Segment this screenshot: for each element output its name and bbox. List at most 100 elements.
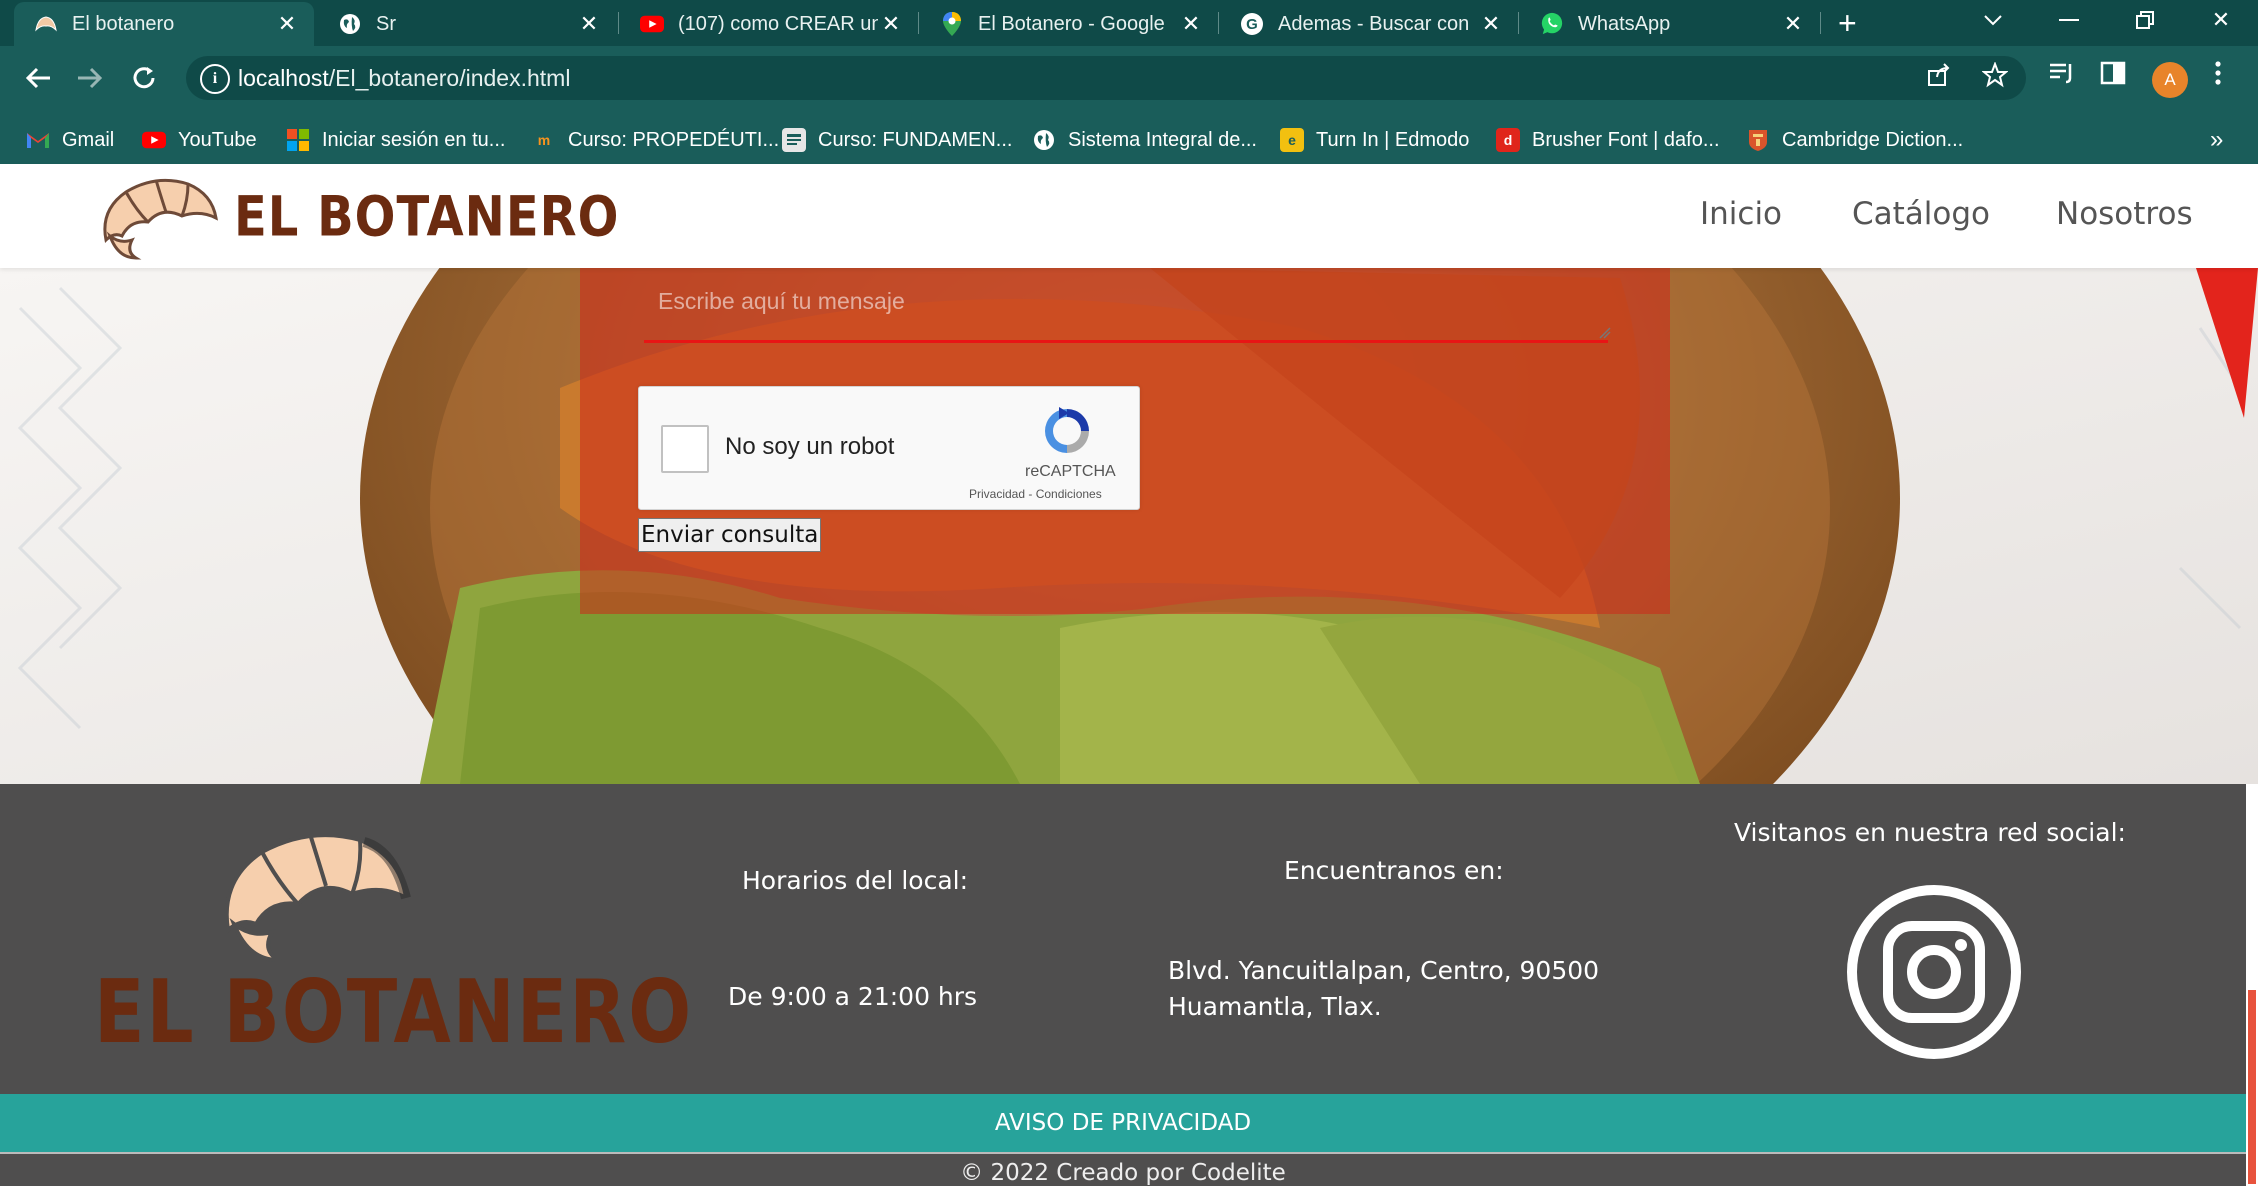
bookmark-youtube[interactable]: YouTube (142, 126, 257, 154)
menu-kebab-icon[interactable] (2214, 60, 2222, 93)
copyright-bar: © 2022 Creado por Codelite (0, 1152, 2246, 1186)
tab-el-botanero[interactable]: El botanero ✕ (14, 2, 314, 46)
croissant-favicon (34, 12, 58, 36)
close-tab-icon[interactable]: ✕ (576, 11, 602, 37)
instagram-icon[interactable] (1846, 884, 2022, 1065)
site-logo[interactable]: EL BOTANERO (96, 172, 619, 262)
address-line-1: Blvd. Yancuitlalpan, Centro, 90500 (1168, 956, 1600, 985)
bookmark-label: Sistema Integral de... (1068, 128, 1257, 151)
tab-whatsapp[interactable]: WhatsApp ✕ (1520, 4, 1820, 44)
share-icon[interactable] (1926, 62, 1952, 95)
bookmark-microsoft[interactable]: Iniciar sesión en tu... (286, 126, 505, 154)
submit-button[interactable]: Enviar consulta (638, 518, 822, 552)
restore-icon[interactable] (2120, 0, 2170, 40)
cambridge-icon (1746, 128, 1770, 152)
copyright-text: © 2022 Creado por Codelite (960, 1160, 1286, 1186)
new-tab-button[interactable]: + (1838, 6, 1857, 40)
tab-title: (107) como CREAR un (678, 12, 878, 35)
address-line-2: Huamantla, Tlax. (1168, 992, 1382, 1021)
contact-form: Escribe aquí tu mensaje No soy un robot … (580, 268, 1670, 614)
close-tab-icon[interactable]: ✕ (1478, 11, 1504, 37)
bookmarks-bar: Gmail YouTube Iniciar sesión en tu... m … (0, 116, 2258, 164)
browser-toolbar: i localhost/El_botanero/index.html A (0, 46, 2258, 116)
whatsapp-icon (1540, 12, 1564, 36)
bookmark-label: Cambridge Diction... (1782, 128, 1964, 151)
bookmark-dafont[interactable]: d Brusher Font | dafo... (1496, 126, 1720, 154)
resize-handle-icon[interactable] (1598, 326, 1612, 340)
tab-separator (1218, 12, 1219, 34)
bookmark-label: Curso: PROPEDÉUTI... (568, 128, 780, 151)
tab-separator (1820, 12, 1821, 34)
recaptcha-label: No soy un robot (725, 433, 895, 460)
message-textarea[interactable]: Escribe aquí tu mensaje (658, 288, 905, 315)
side-panel-icon[interactable] (2100, 60, 2126, 93)
recaptcha-logo-icon (1039, 403, 1095, 464)
reload-icon[interactable] (126, 60, 162, 96)
url-text[interactable]: localhost/El_botanero/index.html (238, 65, 570, 92)
hero-section: Escribe aquí tu mensaje No soy un robot … (0, 268, 2258, 784)
recaptcha-brand: reCAPTCHA (1025, 463, 1116, 480)
moodle-icon: m (537, 132, 551, 148)
bookmark-edmodo[interactable]: e Turn In | Edmodo (1280, 126, 1469, 154)
tab-title: Sr (376, 12, 396, 35)
bookmark-propedeutico[interactable]: m Curso: PROPEDÉUTI... (532, 126, 779, 154)
bookmark-sistema-integral[interactable]: Sistema Integral de... (1032, 126, 1257, 154)
back-arrow-icon[interactable] (20, 60, 56, 96)
profile-avatar[interactable]: A (2152, 62, 2188, 98)
close-window-icon[interactable]: ✕ (2196, 0, 2246, 40)
hours-value: De 9:00 a 21:00 hrs (728, 982, 978, 1011)
course-icon (782, 128, 806, 152)
bookmark-label: Turn In | Edmodo (1316, 128, 1470, 151)
site-header: EL BOTANERO Inicio Catálogo Nosotros (0, 164, 2258, 268)
tab-google-search[interactable]: G Ademas - Buscar con ✕ (1220, 4, 1518, 44)
youtube-icon (640, 12, 664, 36)
edmodo-icon: e (1280, 128, 1304, 152)
tab-title: WhatsApp (1578, 12, 1671, 35)
tab-google-maps[interactable]: El Botanero - Google ✕ (920, 4, 1218, 44)
scrollbar-thumb[interactable] (2248, 990, 2256, 1184)
footer-logo-text: EL BOTANERO (94, 962, 694, 1064)
microsoft-icon (286, 128, 310, 152)
svg-text:G: G (1246, 16, 1258, 33)
tab-title: El botanero (72, 12, 175, 35)
privacy-notice-link[interactable]: AVISO DE PRIVACIDAD (0, 1094, 2246, 1152)
globe-icon (338, 12, 362, 36)
croissant-logo-icon (214, 820, 414, 967)
reading-list-icon[interactable] (2048, 60, 2076, 93)
bookmark-cambridge[interactable]: Cambridge Diction... (1746, 126, 1963, 154)
nav-catalogo[interactable]: Catálogo (1852, 196, 1990, 232)
page-scrollbar[interactable] (2246, 784, 2258, 1184)
bookmark-label: Iniciar sesión en tu... (322, 128, 506, 151)
tab-title: Ademas - Buscar con (1278, 12, 1470, 35)
logo-text: EL BOTANERO (234, 184, 620, 250)
nav-inicio[interactable]: Inicio (1700, 196, 1782, 232)
message-underline (644, 340, 1608, 343)
browser-tab-bar: El botanero ✕ Sr ✕ (107) como CREAR un ✕… (0, 0, 2258, 46)
bookmark-gmail[interactable]: Gmail (26, 126, 114, 154)
recaptcha-checkbox[interactable] (661, 425, 709, 473)
google-icon: G (1240, 12, 1264, 36)
tab-search-icon[interactable] (1968, 0, 2018, 40)
nav-nosotros[interactable]: Nosotros (2056, 196, 2193, 232)
tab-separator (1518, 12, 1519, 34)
croissant-logo-icon (96, 170, 220, 265)
close-tab-icon[interactable]: ✕ (274, 11, 300, 37)
recaptcha-terms-link[interactable]: Privacidad - Condiciones (969, 487, 1102, 501)
close-tab-icon[interactable]: ✕ (1178, 11, 1204, 37)
tab-sr[interactable]: Sr ✕ (318, 4, 616, 44)
site-info-icon[interactable]: i (200, 64, 230, 94)
forward-arrow-icon[interactable] (72, 60, 108, 96)
address-bar[interactable]: i localhost/El_botanero/index.html (186, 56, 2026, 100)
minimize-icon[interactable] (2044, 0, 2094, 40)
globe-icon (1032, 128, 1056, 152)
close-tab-icon[interactable]: ✕ (1780, 11, 1806, 37)
bookmark-star-icon[interactable] (1981, 61, 2009, 95)
bookmark-label: YouTube (178, 128, 257, 151)
recaptcha-widget: No soy un robot reCAPTCHA Privacidad - C… (638, 386, 1140, 510)
close-tab-icon[interactable]: ✕ (878, 11, 904, 37)
bookmark-label: Curso: FUNDAMEN... (818, 128, 1013, 151)
dafont-icon: d (1496, 128, 1520, 152)
tab-youtube-video[interactable]: (107) como CREAR un ✕ (620, 4, 918, 44)
bookmarks-overflow-button[interactable]: » (2210, 126, 2223, 154)
bookmark-fundamentos[interactable]: Curso: FUNDAMEN... (782, 126, 1012, 154)
